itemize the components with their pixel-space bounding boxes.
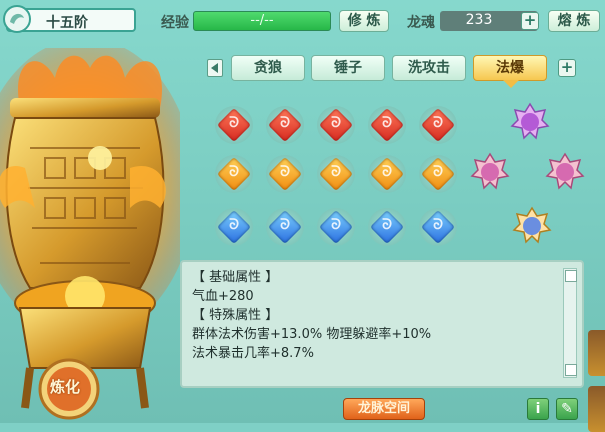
side-tab-lower[interactable] (588, 386, 605, 432)
orange-gem-slot[interactable]: ᘐ (419, 155, 457, 193)
refine-button[interactable]: 炼化 (50, 376, 80, 397)
scroll-up-arrow-icon[interactable] (565, 270, 577, 282)
tab-fabao[interactable]: 法爆 (473, 55, 547, 81)
red-gem-slot[interactable]: ᘐ (317, 106, 355, 144)
soul-value: 233 (465, 12, 493, 28)
special-attr-line-1: 群体法术伤害+13.0% 物理躲避率+10% (192, 327, 432, 342)
tab-tanlang[interactable]: 贪狼 (231, 55, 305, 81)
red-gem-slot[interactable]: ᘐ (419, 106, 457, 144)
cultivate-button[interactable]: 修 炼 (339, 10, 389, 32)
active-tab-pointer (503, 80, 519, 88)
dragon-rune-icon: ᘐ (280, 217, 290, 233)
star-gem-bottom-icon[interactable] (512, 206, 552, 246)
red-gem-slot[interactable]: ᘐ (368, 106, 406, 144)
info-button[interactable]: i (527, 398, 549, 420)
base-attr-line: 气血+280 (192, 289, 254, 304)
star-gem-left-icon[interactable] (470, 152, 510, 192)
scroll-down-arrow-icon[interactable] (565, 364, 577, 376)
dragon-rune-icon: ᘐ (382, 115, 392, 131)
dragon-rune-icon: ᘐ (433, 115, 443, 131)
dragon-rune-icon: ᘐ (382, 217, 392, 233)
rank-tag: 十五阶 (3, 5, 136, 33)
dragon-rune-icon: ᘐ (229, 217, 239, 233)
star-gem-right-icon[interactable] (545, 152, 585, 192)
rank-label: 十五阶 (46, 15, 88, 31)
base-attr-header: 【 基础属性 】 (192, 270, 279, 285)
blue-gem-slot[interactable]: ᘐ (266, 208, 304, 246)
special-attr-header: 【 特殊属性 】 (192, 308, 279, 323)
dragon-rune-icon: ᘐ (280, 164, 290, 180)
attribute-scrollbar[interactable] (563, 268, 577, 378)
add-soul-plus-icon[interactable]: + (521, 12, 539, 30)
orange-gem-slot[interactable]: ᘐ (215, 155, 253, 193)
tab-xigongji[interactable]: 洗攻击 (392, 55, 466, 81)
smelt-button[interactable]: 熔 炼 (548, 10, 600, 32)
special-attr-line-2: 法术暴击几率+8.7% (192, 346, 314, 361)
dragon-rune-icon: ᘐ (280, 115, 290, 131)
dragon-rune-icon: ᘐ (331, 115, 341, 131)
dragon-rune-icon: ᘐ (433, 217, 443, 233)
exp-label: 经验 (161, 15, 189, 31)
orange-gem-slot[interactable]: ᘐ (368, 155, 406, 193)
dragon-rune-icon: ᘐ (331, 164, 341, 180)
blue-gem-slot[interactable]: ᘐ (317, 208, 355, 246)
side-tab-upper[interactable] (588, 330, 605, 376)
blue-gem-slot[interactable]: ᘐ (215, 208, 253, 246)
red-gem-slot[interactable]: ᘐ (215, 106, 253, 144)
dragon-rune-icon: ᘐ (433, 164, 443, 180)
dragon-rune-icon: ᘐ (382, 164, 392, 180)
dragon-rune-icon: ᘐ (229, 115, 239, 131)
red-gem-slot[interactable]: ᘐ (266, 106, 304, 144)
dragon-rune-icon: ᘐ (229, 164, 239, 180)
blue-gem-slot[interactable]: ᘐ (368, 208, 406, 246)
blue-gem-slot[interactable]: ᘐ (419, 208, 457, 246)
dragon-rune-icon: ᘐ (331, 217, 341, 233)
soul-label: 龙魂 (407, 15, 435, 31)
dragon-emblem-icon (3, 5, 31, 33)
attribute-text: 【 基础属性 】 气血+280 【 特殊属性 】 群体法术伤害+13.0% 物理… (192, 268, 431, 363)
add-tab-plus-icon[interactable]: + (558, 59, 576, 77)
tab-chuizi[interactable]: 锤子 (311, 55, 385, 81)
tab-prev-arrow-icon[interactable] (207, 59, 223, 77)
dragon-space-button[interactable]: 龙脉空间 (343, 398, 425, 420)
exp-value: --/-- (250, 13, 274, 28)
orange-gem-slot[interactable]: ᘐ (317, 155, 355, 193)
note-button[interactable]: ✎ (556, 398, 578, 420)
exp-bar: --/-- (193, 11, 331, 31)
star-gem-top-icon[interactable] (510, 102, 550, 142)
orange-gem-slot[interactable]: ᘐ (266, 155, 304, 193)
